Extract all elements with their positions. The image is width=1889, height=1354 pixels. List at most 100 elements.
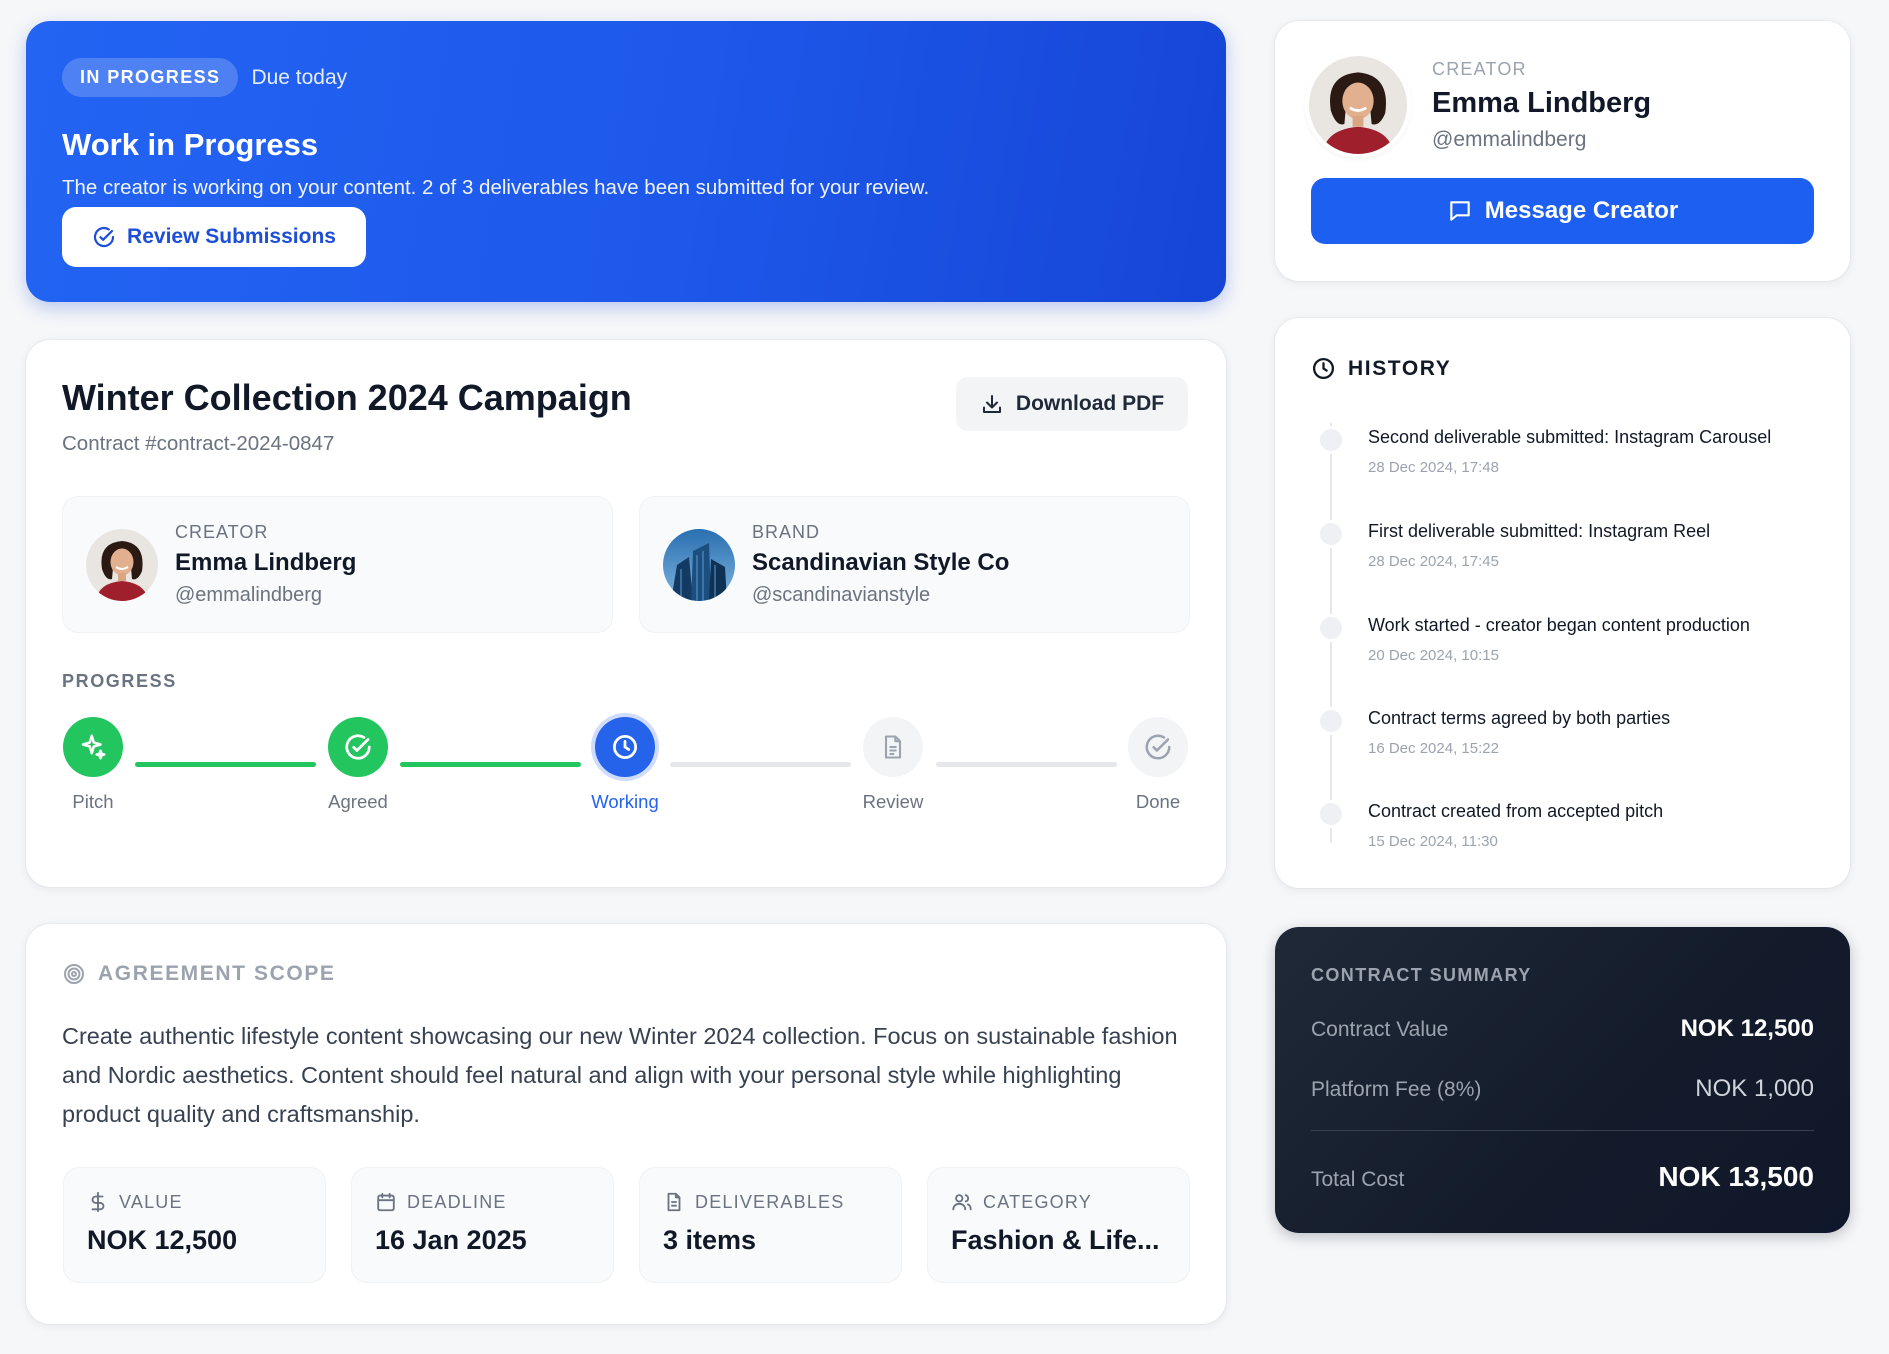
history-item: First deliverable submitted: Instagram R… xyxy=(1275,517,1850,597)
scope-description: Create authentic lifestyle content showc… xyxy=(62,1023,1178,1127)
history-item-text: Contract terms agreed by both parties xyxy=(1368,708,1671,728)
timeline-dot xyxy=(1320,710,1342,732)
history-item-text: Contract created from accepted pitch xyxy=(1368,801,1664,821)
metric-category-value: Fashion & Life... xyxy=(951,1225,1160,1255)
creator-card-name: Emma Lindberg xyxy=(1432,87,1652,119)
step-label-pitch: Pitch xyxy=(72,791,114,812)
history-item: Second deliverable submitted: Instagram … xyxy=(1275,423,1850,503)
document-icon xyxy=(884,735,902,759)
summary-divider xyxy=(1311,1130,1814,1131)
step-label-done: Done xyxy=(1135,791,1181,812)
creator-avatar xyxy=(86,529,158,601)
creator-card-handle: @emmalindberg xyxy=(1432,128,1587,151)
summary-row-platform-fee: Platform Fee (8%) NOK 1,000 xyxy=(1311,1075,1814,1103)
step-label-agreed: Agreed xyxy=(328,791,388,812)
history-item: Contract terms agreed by both parties 16… xyxy=(1275,704,1850,784)
creator-card-label: CREATOR xyxy=(1432,59,1527,79)
timeline-dot xyxy=(1320,803,1342,825)
history-item-text: Work started - creator began content pro… xyxy=(1368,615,1750,635)
creator-card: CREATOR Emma Lindberg @emmalindberg Mess… xyxy=(1275,21,1850,281)
brand-party: BRAND Scandinavian Style Co @scandinavia… xyxy=(639,496,1190,633)
history-header: HISTORY xyxy=(1311,356,1451,381)
download-pdf-label: Download PDF xyxy=(1015,392,1165,415)
history-item-time: 28 Dec 2024, 17:45 xyxy=(1368,553,1499,570)
metric-label: CATEGORY xyxy=(983,1191,1092,1212)
creator-label: CREATOR xyxy=(175,522,269,542)
summary-title: CONTRACT SUMMARY xyxy=(1311,965,1532,985)
creator-avatar xyxy=(1309,56,1407,154)
creator-name: Emma Lindberg xyxy=(175,549,357,576)
history-item: Contract created from accepted pitch 15 … xyxy=(1275,797,1850,877)
check-circle-icon xyxy=(1145,734,1171,760)
metric-label: DELIVERABLES xyxy=(695,1191,845,1212)
chat-icon xyxy=(1450,201,1470,221)
scope-heading: AGREEMENT SCOPE xyxy=(98,962,336,985)
brand-avatar xyxy=(663,529,735,601)
history-item-text: First deliverable submitted: Instagram R… xyxy=(1368,521,1711,541)
dollar-icon xyxy=(91,1191,105,1213)
step-working xyxy=(595,717,655,777)
metric-deliverables: DELIVERABLES 3 items xyxy=(639,1167,902,1283)
summary-label: Total Cost xyxy=(1311,1168,1405,1191)
brand-name: Scandinavian Style Co xyxy=(752,549,1010,576)
contract-details-card: Winter Collection 2024 Campaign Contract… xyxy=(26,340,1226,887)
summary-label: Contract Value xyxy=(1311,1018,1449,1041)
download-pdf-button[interactable]: Download PDF xyxy=(956,377,1188,431)
status-description: The creator is working on your content. … xyxy=(62,176,930,199)
timeline-dot xyxy=(1320,617,1342,639)
creator-handle: @emmalindberg xyxy=(175,584,323,606)
message-creator-label: Message Creator xyxy=(1484,197,1679,224)
progress-label: PROGRESS xyxy=(62,671,177,691)
history-card: HISTORY Second deliverable submitted: In… xyxy=(1275,318,1850,888)
timeline-dot xyxy=(1320,523,1342,545)
summary-value: NOK 12,500 xyxy=(1680,1015,1814,1042)
metric-category: CATEGORY Fashion & Life... xyxy=(927,1167,1190,1283)
contract-id: Contract #contract-2024-0847 xyxy=(62,432,335,455)
due-date-text: Due today xyxy=(251,65,348,89)
metric-label: DEADLINE xyxy=(407,1191,507,1212)
timeline-dot xyxy=(1320,429,1342,451)
message-creator-button[interactable]: Message Creator xyxy=(1311,178,1814,244)
metric-deadline: DEADLINE 16 Jan 2025 xyxy=(351,1167,614,1283)
metric-deliverables-value: 3 items xyxy=(663,1225,757,1255)
summary-row-total-cost: Total Cost NOK 13,500 xyxy=(1311,1161,1814,1193)
history-item-time: 15 Dec 2024, 11:30 xyxy=(1368,833,1498,850)
step-agreed xyxy=(328,717,388,777)
check-circle-icon xyxy=(345,734,371,760)
summary-label: Platform Fee (8%) xyxy=(1311,1078,1482,1101)
step-connector xyxy=(670,762,851,767)
review-submissions-label: Review Submissions xyxy=(127,225,336,248)
agreement-scope-card: AGREEMENT SCOPE Create authentic lifesty… xyxy=(26,924,1226,1324)
review-submissions-button[interactable]: Review Submissions xyxy=(62,207,366,267)
history-heading: HISTORY xyxy=(1348,356,1452,380)
brand-label: BRAND xyxy=(752,522,821,542)
step-review xyxy=(863,717,923,777)
status-title: Work in Progress xyxy=(62,127,319,162)
step-connector xyxy=(400,762,581,767)
users-icon xyxy=(952,1194,972,1211)
check-circle-icon xyxy=(93,226,115,248)
contract-summary-card: CONTRACT SUMMARY Contract Value NOK 12,5… xyxy=(1275,927,1850,1233)
sparkles-icon xyxy=(81,734,106,760)
metric-value: VALUE NOK 12,500 xyxy=(63,1167,326,1283)
download-icon xyxy=(982,395,1001,413)
document-icon xyxy=(667,1192,681,1212)
history-item-text: Second deliverable submitted: Instagram … xyxy=(1368,427,1772,447)
summary-value: NOK 1,000 xyxy=(1695,1075,1814,1102)
summary-row-contract-value: Contract Value NOK 12,500 xyxy=(1311,1015,1814,1043)
target-icon xyxy=(64,964,84,984)
step-done xyxy=(1128,717,1188,777)
brand-handle: @scandinavianstyle xyxy=(752,584,931,606)
creator-party: CREATOR Emma Lindberg @emmalindberg xyxy=(62,496,613,633)
history-item: Work started - creator began content pro… xyxy=(1275,611,1850,691)
status-row: IN PROGRESS Due today xyxy=(62,58,347,97)
clock-icon xyxy=(613,735,637,759)
metric-deadline-value: 16 Jan 2025 xyxy=(375,1225,527,1255)
status-banner: IN PROGRESS Due today Work in Progress T… xyxy=(26,21,1226,302)
step-connector xyxy=(936,762,1117,767)
metric-label: VALUE xyxy=(119,1191,183,1212)
step-pitch xyxy=(63,717,123,777)
metric-amount: NOK 12,500 xyxy=(87,1225,238,1255)
step-label-working: Working xyxy=(591,791,659,812)
scope-header: AGREEMENT SCOPE xyxy=(62,962,336,986)
